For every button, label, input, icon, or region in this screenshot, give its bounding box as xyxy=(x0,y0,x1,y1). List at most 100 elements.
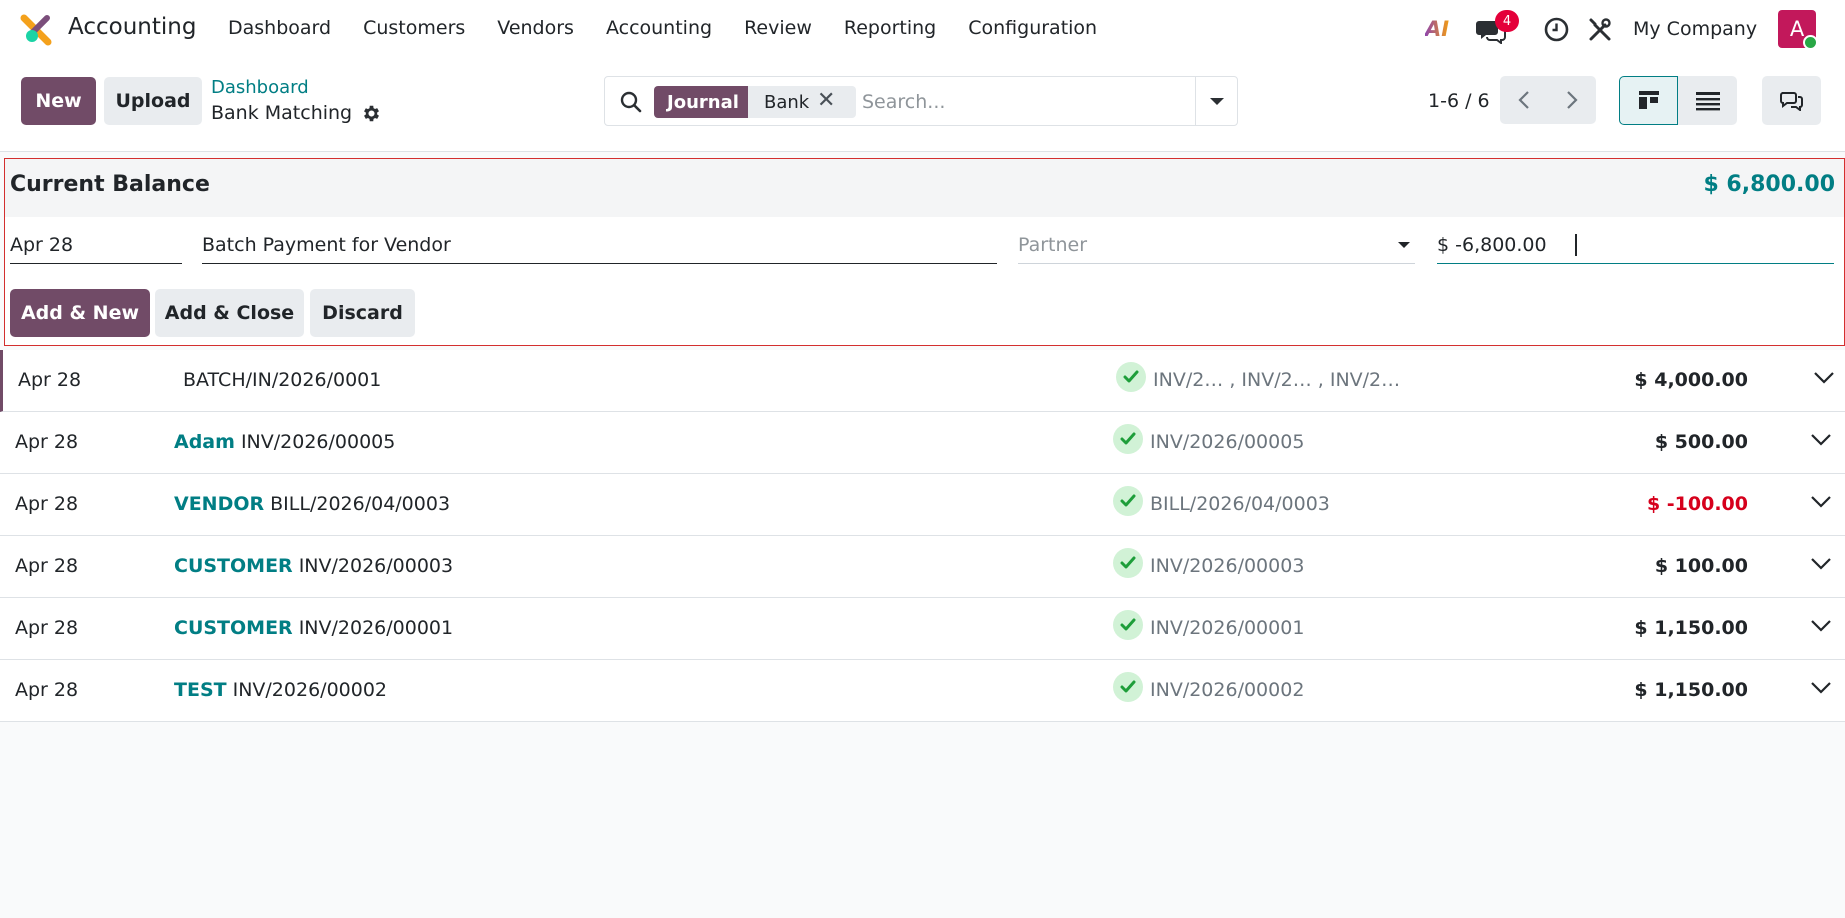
reconciled-check-icon xyxy=(1113,424,1143,454)
chevron-down-icon[interactable] xyxy=(1810,495,1832,509)
add-and-new-button[interactable]: Add & New xyxy=(10,289,150,337)
chevron-down-icon[interactable] xyxy=(1810,619,1832,633)
online-status-dot xyxy=(1803,35,1818,50)
menu-item-reporting[interactable]: Reporting xyxy=(828,17,952,39)
top-navbar: Accounting Dashboard Customers Vendors A… xyxy=(0,0,1845,60)
line-reference: INV/2026/00002 xyxy=(232,679,388,701)
reconciled-check-icon xyxy=(1113,486,1143,516)
chevron-down-icon[interactable] xyxy=(1810,681,1832,695)
current-balance-value: $ 6,800.00 xyxy=(1703,172,1835,197)
menu-item-vendors[interactable]: Vendors xyxy=(481,17,590,39)
line-label: Adam INV/2026/00005 xyxy=(174,431,395,453)
chatter-toggle-button[interactable] xyxy=(1762,76,1821,125)
current-balance-title: Current Balance xyxy=(10,172,210,197)
menu-item-dashboard[interactable]: Dashboard xyxy=(212,17,347,39)
activity-clock-icon[interactable] xyxy=(1544,17,1569,42)
line-partner[interactable]: VENDOR xyxy=(174,493,264,515)
debug-tools-icon[interactable] xyxy=(1587,17,1613,43)
line-partner[interactable]: TEST xyxy=(174,679,227,701)
remove-facet-icon[interactable]: ✕ xyxy=(817,90,839,112)
line-partner[interactable]: Adam xyxy=(174,431,235,453)
reconciled-check-icon xyxy=(1113,610,1143,640)
line-matched-entries[interactable]: INV/2026/00001 xyxy=(1150,617,1304,639)
partner-field[interactable]: Partner xyxy=(1018,226,1415,264)
app-name[interactable]: Accounting xyxy=(68,14,196,40)
line-reference: INV/2026/00003 xyxy=(298,555,454,577)
line-reference: INV/2026/00001 xyxy=(298,617,454,639)
company-switcher[interactable]: My Company xyxy=(1633,18,1757,40)
date-field[interactable]: Apr 28 xyxy=(10,226,182,264)
chevron-right-icon xyxy=(1567,91,1578,109)
accounting-app-icon[interactable] xyxy=(20,14,52,46)
caret-down-icon xyxy=(1398,242,1410,248)
line-date: Apr 28 xyxy=(15,617,79,639)
chevron-down-icon[interactable] xyxy=(1810,557,1832,571)
line-matched-entries[interactable]: INV/2026/00003 xyxy=(1150,555,1304,577)
menu-item-configuration[interactable]: Configuration xyxy=(952,17,1113,39)
search-input[interactable] xyxy=(856,86,1196,118)
search-facet-label: Journal xyxy=(654,86,752,118)
search-icon[interactable] xyxy=(619,90,643,114)
line-label: TEST INV/2026/00002 xyxy=(174,679,387,701)
discard-button[interactable]: Discard xyxy=(310,289,415,337)
line-matched-entries[interactable]: INV/2… , INV/2… , INV/2… xyxy=(1153,369,1400,391)
statement-line[interactable]: Apr 28 Adam INV/2026/00005 INV/2026/00005 $ … xyxy=(0,412,1845,474)
gear-icon[interactable] xyxy=(361,103,382,124)
line-reference: BILL/2026/04/0003 xyxy=(270,493,451,515)
kanban-view-button[interactable] xyxy=(1619,76,1678,125)
menu-item-review[interactable]: Review xyxy=(728,17,828,39)
line-label: VENDOR BILL/2026/04/0003 xyxy=(174,493,450,515)
line-label: CUSTOMER INV/2026/00001 xyxy=(174,617,453,639)
reconciled-check-icon xyxy=(1113,548,1143,578)
reconciled-check-icon xyxy=(1113,672,1143,702)
line-matched-entries[interactable]: BILL/2026/04/0003 xyxy=(1150,493,1330,515)
line-date: Apr 28 xyxy=(15,555,79,577)
new-button[interactable]: New xyxy=(21,77,96,125)
pager-next-button[interactable] xyxy=(1548,76,1596,124)
control-panel: New Upload Dashboard Bank Matching Journ… xyxy=(0,60,1845,152)
breadcrumb-current: Bank Matching xyxy=(211,102,353,124)
statement-line[interactable]: Apr 28 CUSTOMER INV/2026/00001 INV/2026/000… xyxy=(0,598,1845,660)
line-date: Apr 28 xyxy=(15,493,79,515)
bank-line-quick-create: Current Balance $ 6,800.00 Apr 28 Batch … xyxy=(4,158,1845,346)
line-date: Apr 28 xyxy=(18,369,82,391)
statement-line[interactable]: Apr 28 TEST INV/2026/00002 INV/2026/00002 $ … xyxy=(0,660,1845,722)
text-cursor xyxy=(1574,233,1577,256)
menu-item-customers[interactable]: Customers xyxy=(347,17,481,39)
kanban-icon xyxy=(1638,90,1659,109)
search-options-toggle[interactable] xyxy=(1195,77,1238,125)
statement-line[interactable]: Apr 28 VENDOR BILL/2026/04/0003 BILL/2026/0… xyxy=(0,474,1845,536)
caret-down-icon xyxy=(1210,97,1224,105)
statement-line[interactable]: Apr 28 BATCH/IN/2026/0001 INV/2… , INV/2… … xyxy=(0,350,1845,412)
line-reference: INV/2026/00005 xyxy=(240,431,396,453)
line-amount: $ 100.00 xyxy=(1654,555,1748,577)
reconciled-check-icon xyxy=(1116,362,1146,392)
line-partner[interactable]: CUSTOMER xyxy=(174,555,293,577)
line-reference: BATCH/IN/2026/0001 xyxy=(183,369,382,391)
chevron-down-icon[interactable] xyxy=(1813,371,1835,385)
menu-item-accounting[interactable]: Accounting xyxy=(590,17,728,39)
line-label: CUSTOMER INV/2026/00003 xyxy=(174,555,453,577)
pager-value[interactable]: 1-6 / 6 xyxy=(1428,90,1490,112)
line-amount: $ 1,150.00 xyxy=(1634,679,1748,701)
line-partner[interactable]: CUSTOMER xyxy=(174,617,293,639)
chevron-down-icon[interactable] xyxy=(1810,433,1832,447)
label-field[interactable]: Batch Payment for Vendor xyxy=(202,226,997,264)
list-view-button[interactable] xyxy=(1678,76,1737,125)
line-amount: $ 4,000.00 xyxy=(1634,369,1748,391)
chevron-left-icon xyxy=(1518,91,1529,109)
upload-button[interactable]: Upload xyxy=(104,77,202,125)
line-matched-entries[interactable]: INV/2026/00005 xyxy=(1150,431,1304,453)
pager-previous-button[interactable] xyxy=(1500,76,1548,124)
breadcrumb-dashboard-link[interactable]: Dashboard xyxy=(211,77,309,98)
line-date: Apr 28 xyxy=(15,431,79,453)
add-and-close-button[interactable]: Add & Close xyxy=(155,289,304,337)
line-date: Apr 28 xyxy=(15,679,79,701)
ai-icon[interactable]: AI xyxy=(1425,17,1449,41)
line-matched-entries[interactable]: INV/2026/00002 xyxy=(1150,679,1304,701)
line-amount: $ -100.00 xyxy=(1646,493,1748,515)
amount-field[interactable]: $ -6,800.00 xyxy=(1437,226,1834,264)
line-label: BATCH/IN/2026/0001 xyxy=(177,369,381,391)
statement-line[interactable]: Apr 28 CUSTOMER INV/2026/00003 INV/2026/000… xyxy=(0,536,1845,598)
main-menu: Dashboard Customers Vendors Accounting R… xyxy=(212,17,1113,39)
